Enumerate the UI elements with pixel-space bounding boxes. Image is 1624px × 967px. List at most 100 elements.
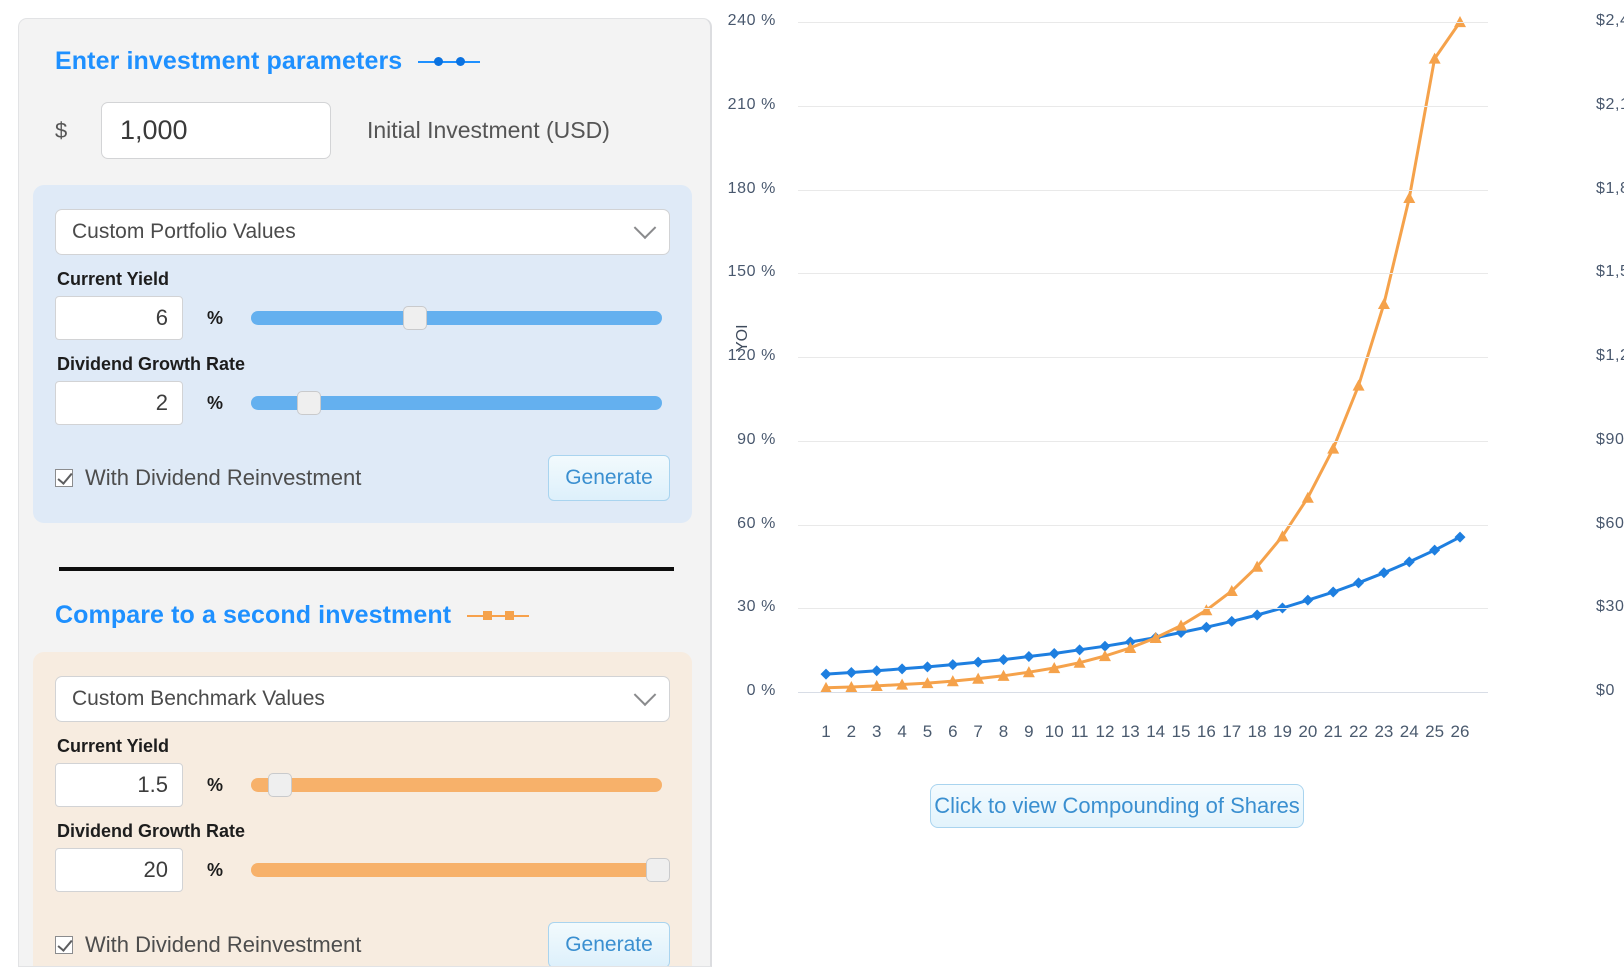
chart-data-point-marker — [1301, 491, 1314, 503]
chart-data-point-marker — [1175, 619, 1188, 631]
primary-growth-rate-slider-knob[interactable] — [296, 391, 321, 415]
chart-data-point-marker — [998, 654, 1010, 666]
blue-line-dot-marker-icon — [418, 55, 481, 69]
chart-data-point-marker — [1023, 651, 1035, 663]
primary-reinvestment-checkbox-group[interactable]: With Dividend Reinvestment — [55, 465, 361, 491]
chart-data-point-marker — [896, 663, 908, 675]
secondary-current-yield-slider[interactable] — [251, 773, 662, 797]
secondary-current-yield-slider-knob[interactable] — [267, 773, 292, 797]
chart-data-point-marker — [1048, 647, 1060, 659]
primary-current-yield-row: 6 % — [55, 296, 670, 340]
y-axis-left-tick-label: 240 % — [727, 12, 776, 29]
chart-data-point-marker — [1074, 644, 1086, 656]
secondary-reinvestment-checkbox-group[interactable]: With Dividend Reinvestment — [55, 932, 361, 958]
primary-growth-rate-input[interactable]: 2 — [55, 381, 183, 425]
primary-current-yield-slider-knob[interactable] — [403, 306, 428, 330]
chart-data-point-marker — [1377, 297, 1390, 310]
x-axis-tick-label: 11 — [1070, 722, 1089, 741]
primary-current-yield-unit: % — [207, 307, 224, 328]
chart-data-point-marker — [972, 656, 984, 668]
yoi-chart: YOI 0 %$030 %$30060 %$60090 %$900120 %$1… — [712, 0, 1624, 967]
chart-series-line — [825, 535, 1461, 676]
primary-current-yield-input[interactable]: 6 — [55, 296, 183, 340]
primary-parameters-panel: Custom Portfolio Values Current Yield 6 … — [33, 185, 692, 523]
y-axis-left-tick-label: 210 % — [727, 95, 776, 113]
chart-data-point-marker — [1429, 544, 1441, 556]
y-axis-left-tick-label: 120 % — [727, 347, 776, 364]
secondary-current-yield-input[interactable]: 1.5 — [55, 763, 183, 807]
x-axis-tick-label: 10 — [1044, 722, 1064, 741]
benchmark-values-select[interactable]: Custom Benchmark Values — [55, 676, 670, 722]
y-axis-right-tick-label: $2,100 — [1596, 95, 1624, 113]
chart-gridline — [798, 608, 1488, 610]
y-axis-left-tick-label: 150 % — [727, 263, 776, 281]
investment-parameters-card: Enter investment parameters $ 1,000 Init… — [18, 18, 712, 967]
primary-growth-rate-slider[interactable] — [251, 391, 662, 415]
y-axis-left-tick-label: 0 % — [746, 682, 776, 699]
secondary-section-title: Compare to a second investment — [55, 601, 452, 629]
y-axis-right-tick-label: $900 — [1596, 430, 1624, 448]
x-axis-tick-label: 3 — [871, 722, 882, 741]
chart-data-point-marker — [921, 661, 933, 673]
x-axis-tick-label: 16 — [1196, 722, 1216, 741]
x-axis-tick-label: 7 — [973, 722, 983, 741]
chart-data-point-marker — [1327, 586, 1339, 598]
secondary-current-yield-label: Current Yield — [57, 736, 170, 756]
chart-gridline — [798, 692, 1488, 693]
y-axis-right-tick-label: $0 — [1596, 682, 1615, 699]
secondary-generate-button[interactable]: Generate — [548, 922, 670, 966]
benchmark-values-select-value: Custom Benchmark Values — [72, 687, 325, 710]
secondary-growth-rate-input[interactable]: 20 — [55, 848, 183, 892]
chart-gridline — [798, 22, 1488, 23]
x-axis-tick-label: 22 — [1349, 722, 1369, 741]
primary-current-yield-label: Current Yield — [57, 269, 170, 289]
chart-data-point-marker — [1403, 556, 1415, 568]
primary-current-yield-slider[interactable] — [251, 306, 662, 330]
secondary-growth-rate-unit: % — [207, 859, 224, 880]
chart-series-line — [825, 21, 1462, 690]
y-axis-right-tick-label: $1,800 — [1596, 179, 1624, 197]
view-compounding-shares-button[interactable]: Click to view Compounding of Shares — [930, 784, 1304, 828]
x-axis-tick-label: 26 — [1450, 722, 1470, 741]
currency-symbol: $ — [55, 117, 68, 143]
chart-data-point-marker — [1251, 609, 1263, 621]
chevron-down-icon — [633, 683, 657, 707]
x-axis-tick-label: 25 — [1425, 722, 1445, 741]
initial-investment-input[interactable]: 1,000 — [101, 102, 331, 159]
y-axis-right-tick-label: $2,400 — [1596, 12, 1624, 29]
y-axis-left-tick-label: 90 % — [737, 430, 776, 448]
x-axis-tick-label: 23 — [1374, 722, 1394, 741]
chart-gridline — [798, 440, 1488, 442]
chart-gridline — [798, 189, 1488, 191]
secondary-reinvestment-checkbox[interactable] — [55, 936, 73, 954]
primary-section-title: Enter investment parameters — [55, 47, 403, 75]
secondary-parameters-panel: Custom Benchmark Values Current Yield 1.… — [33, 652, 692, 966]
y-axis-right-tick-label: $1,500 — [1596, 263, 1624, 281]
secondary-growth-rate-slider-knob[interactable] — [645, 858, 670, 882]
chart-data-point-marker — [820, 668, 832, 680]
x-axis-tick-label: 13 — [1120, 722, 1140, 741]
secondary-section-header: Compare to a second investment — [55, 601, 710, 630]
secondary-growth-rate-slider[interactable] — [251, 858, 670, 882]
chevron-down-icon — [633, 216, 657, 240]
y-axis-right-tick-label: $300 — [1596, 598, 1624, 616]
chart-plot-area: 0 % $0 30 % $300 60 % $600 90 % $900 120 % $1,200… — [728, 12, 1624, 741]
x-axis-tick-label: 19 — [1273, 722, 1292, 741]
portfolio-values-select[interactable]: Custom Portfolio Values — [55, 209, 670, 255]
primary-reinvestment-checkbox[interactable] — [55, 469, 73, 487]
chart-data-point-marker — [1353, 577, 1365, 589]
chart-data-point-marker — [1403, 191, 1416, 203]
x-axis-tick-label: 21 — [1323, 722, 1343, 741]
x-axis-tick-label: 20 — [1298, 722, 1318, 741]
x-axis-tick-label: 17 — [1222, 722, 1242, 741]
primary-reinvestment-label: With Dividend Reinvestment — [85, 465, 362, 490]
secondary-reinvestment-label: With Dividend Reinvestment — [85, 932, 362, 957]
secondary-current-yield-row: 1.5 % — [55, 763, 670, 807]
chart-gridline — [798, 357, 1488, 358]
chart-data-point-marker — [871, 665, 883, 677]
chart-data-point-marker — [1352, 379, 1365, 391]
y-axis-left-tick-label: 30 % — [737, 598, 776, 616]
chart-data-point-marker — [947, 659, 959, 671]
primary-generate-button[interactable]: Generate — [548, 455, 670, 501]
chart-gridline — [798, 105, 1488, 107]
